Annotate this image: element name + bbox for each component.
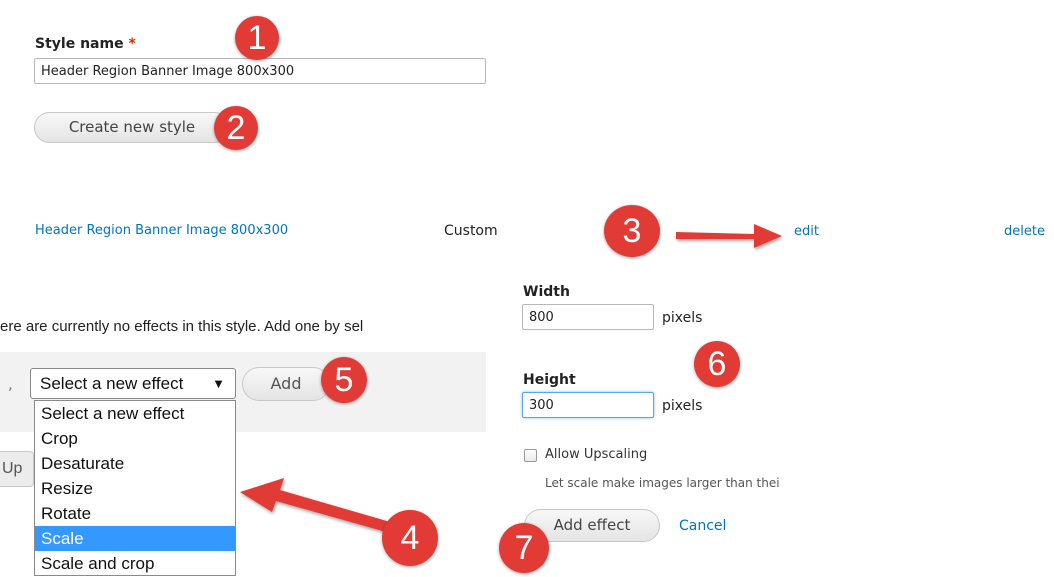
- no-effects-message: ere are currently no effects in this sty…: [0, 318, 364, 335]
- step-badge-4: 4: [382, 510, 438, 566]
- step-badge-6: 6: [694, 341, 740, 387]
- arrow-right-icon: [676, 224, 782, 248]
- cancel-link[interactable]: Cancel: [679, 518, 726, 534]
- height-input[interactable]: [522, 392, 654, 418]
- update-button[interactable]: Up: [0, 451, 34, 487]
- allow-upscaling-label: Allow Upscaling: [545, 447, 648, 462]
- required-marker: *: [128, 36, 136, 52]
- option-desaturate[interactable]: Desaturate: [35, 451, 235, 476]
- style-name-label: Style name *: [35, 36, 136, 52]
- panel-edge-mark: ,: [8, 375, 13, 393]
- width-label: Width: [523, 284, 570, 300]
- edit-link[interactable]: edit: [794, 224, 819, 239]
- allow-upscaling-checkbox[interactable]: [524, 449, 537, 462]
- style-name-link[interactable]: Header Region Banner Image 800x300: [35, 223, 288, 238]
- option-rotate[interactable]: Rotate: [35, 501, 235, 526]
- step-badge-3: 3: [604, 205, 660, 257]
- height-unit: pixels: [662, 398, 703, 414]
- add-effect-select-button[interactable]: Add: [242, 367, 330, 401]
- step-badge-2: 2: [214, 106, 258, 150]
- option-select-new-effect[interactable]: Select a new effect: [35, 401, 235, 426]
- chevron-down-icon: ▼: [212, 376, 225, 391]
- option-scale[interactable]: Scale: [35, 526, 235, 551]
- style-status: Custom: [444, 223, 498, 239]
- option-crop[interactable]: Crop: [35, 426, 235, 451]
- option-scale-and-crop[interactable]: Scale and crop: [35, 551, 235, 576]
- height-label: Height: [523, 372, 576, 388]
- delete-link[interactable]: delete: [1004, 224, 1045, 239]
- width-unit: pixels: [662, 310, 703, 326]
- option-resize[interactable]: Resize: [35, 476, 235, 501]
- width-input[interactable]: [522, 304, 654, 330]
- effect-select[interactable]: Select a new effect ▼: [30, 368, 236, 399]
- style-name-label-text: Style name: [35, 36, 124, 52]
- step-badge-5: 5: [321, 357, 367, 403]
- effect-select-value: Select a new effect: [40, 374, 184, 393]
- style-name-input[interactable]: [34, 58, 486, 84]
- step-badge-7: 7: [499, 523, 549, 573]
- step-badge-1: 1: [235, 16, 279, 60]
- allow-upscaling-description: Let scale make images larger than thei: [545, 476, 780, 490]
- create-new-style-button[interactable]: Create new style: [34, 112, 230, 143]
- effect-dropdown-list: Select a new effect Crop Desaturate Resi…: [34, 400, 236, 576]
